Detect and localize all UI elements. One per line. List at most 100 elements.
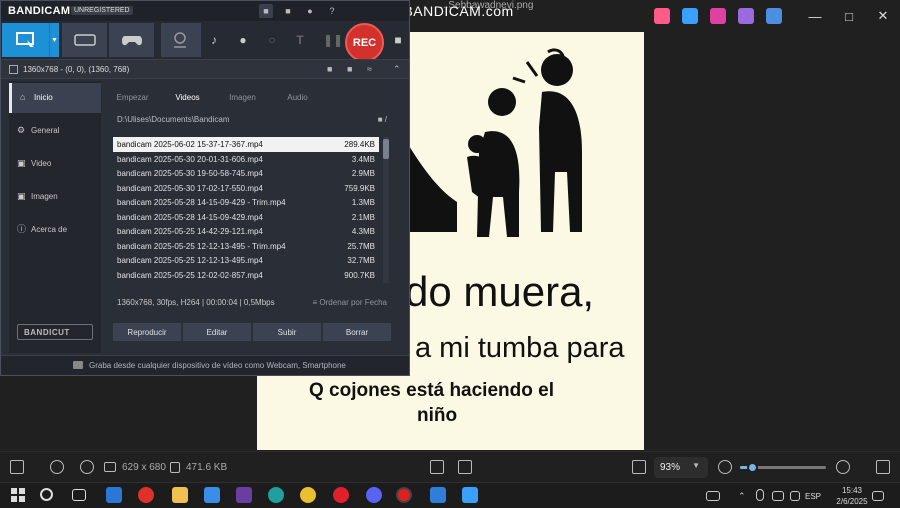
unregistered-badge[interactable]: UNREGISTERED (71, 6, 133, 15)
maximize-button[interactable]: □ (832, 0, 866, 32)
zoom-slider[interactable] (740, 462, 826, 473)
image-icon[interactable]: ■ (347, 64, 352, 74)
fit-to-window-icon[interactable] (632, 460, 646, 474)
device-recording-mode-button[interactable] (62, 23, 107, 57)
screenshot-camera-icon[interactable]: ■ (391, 33, 405, 47)
file-row[interactable]: bandicam 2025-05-30 20-01-31-606.mp4 3.4M… (113, 152, 379, 167)
file-row[interactable]: bandicam 2025-05-25 12-02-02-857.mp4 900.… (113, 268, 379, 283)
play-button[interactable]: Reproducir (113, 323, 181, 341)
upload-button[interactable]: Subir (253, 323, 321, 341)
sidebar-item-acerca-de[interactable]: ⓘ Acerca de (9, 215, 101, 245)
sidebar-item-general[interactable]: ⚙ General (9, 116, 101, 146)
scrollbar-thumb[interactable] (383, 139, 389, 159)
task-view-icon[interactable] (72, 489, 86, 501)
crop-icon[interactable] (430, 460, 444, 474)
chrome-icon[interactable] (300, 487, 316, 503)
file-list-scrollbar[interactable] (383, 137, 389, 283)
speaker-icon[interactable]: ♪ (207, 33, 221, 47)
store-icon[interactable] (204, 487, 220, 503)
outlook-icon[interactable] (106, 487, 122, 503)
edit-icon[interactable] (682, 8, 698, 24)
favorite-icon[interactable] (50, 460, 64, 474)
file-row[interactable]: bandicam 2025-06-02 15-37-17-367.mp4 289.… (113, 137, 379, 152)
fullscreen-icon[interactable] (876, 460, 890, 474)
file-row[interactable]: bandicam 2025-05-28 14-15-09-429.mp4 2.1M… (113, 210, 379, 225)
bandicam-footer[interactable]: Graba desde cualquier dispositivo de víd… (1, 355, 409, 375)
cursor-effect-icon[interactable]: ○ (265, 33, 279, 47)
lock-icon[interactable]: ■ (259, 4, 273, 18)
zoom-out-icon[interactable] (718, 460, 732, 474)
close-button[interactable]: ✕ (866, 0, 900, 32)
screen-rectangle-mode-button[interactable] (2, 23, 49, 57)
meme-caption-line2: niño (417, 405, 458, 426)
file-explorer-icon[interactable] (172, 487, 188, 503)
copilot-icon[interactable] (654, 8, 670, 24)
search-icon[interactable] (40, 488, 53, 501)
tab-audio[interactable]: Audio (270, 89, 325, 109)
info-icon[interactable] (80, 460, 94, 474)
pause-icon[interactable]: ❚❚ (323, 33, 343, 47)
paint-icon[interactable] (462, 487, 478, 503)
gamepad-icon (121, 36, 142, 46)
file-row[interactable]: bandicam 2025-05-25 12-12-13-495 - Trim.… (113, 239, 379, 254)
microphone-icon[interactable]: ● (236, 33, 250, 47)
sidebar-item-video[interactable]: ▣ Video (9, 149, 101, 179)
file-actions: Reproducir Editar Subir Borrar (113, 323, 391, 341)
filmstrip-icon[interactable] (10, 460, 24, 474)
clock-time[interactable]: 15:43 (837, 486, 867, 495)
edge-icon[interactable] (268, 487, 284, 503)
network-icon[interactable] (772, 491, 784, 501)
video-icon[interactable]: ■ (327, 64, 332, 74)
designer-icon[interactable] (710, 8, 726, 24)
delete-button[interactable]: Borrar (323, 323, 391, 341)
clock-date[interactable]: 2/6/2025 (831, 497, 873, 506)
webcam-overlay-button[interactable] (161, 23, 201, 57)
file-row[interactable]: bandicam 2025-05-30 19-50-58-745.mp4 2.9M… (113, 166, 379, 181)
input-language[interactable]: ESP (805, 492, 821, 501)
volume-icon[interactable] (790, 491, 800, 501)
sidebar-item-inicio[interactable]: ⌂ Inicio (9, 83, 101, 113)
zoom-select[interactable]: 93% ▼ (654, 457, 708, 478)
rec-button[interactable]: REC (345, 23, 384, 62)
folder-icon[interactable]: ■ (281, 4, 295, 18)
onedrive-icon[interactable] (766, 8, 782, 24)
clipchamp-icon[interactable] (738, 8, 754, 24)
audio-wave-icon[interactable]: ≈ (367, 64, 372, 74)
minimize-button[interactable]: — (798, 0, 832, 32)
edit-button[interactable]: Editar (183, 323, 251, 341)
app-icon[interactable] (236, 487, 252, 503)
discord-icon[interactable] (366, 487, 382, 503)
mic-tray-icon[interactable] (756, 489, 764, 501)
opera-icon[interactable] (333, 487, 349, 503)
bandicam-taskbar-icon[interactable] (396, 487, 412, 503)
chevron-up-icon[interactable]: ⌃ (738, 491, 748, 501)
text-overlay-icon[interactable]: T (293, 33, 307, 47)
region-checkbox[interactable] (9, 65, 18, 74)
notifications-icon[interactable] (872, 491, 884, 501)
mode-dropdown-button[interactable]: ▼ (49, 23, 59, 57)
clock-icon[interactable]: ● (303, 4, 317, 18)
file-row[interactable]: bandicam 2025-05-25 14-42-29-121.mp4 4.3M… (113, 224, 379, 239)
zoom-slider-thumb[interactable] (747, 462, 759, 473)
collapse-chevron-icon[interactable]: ⌃ (393, 64, 401, 75)
tab-imagen[interactable]: Imagen (215, 89, 270, 109)
file-row[interactable]: bandicam 2025-05-30 17-02-17-550.mp4 759.… (113, 181, 379, 196)
weibo-icon[interactable] (138, 487, 154, 503)
keyboard-icon[interactable] (706, 491, 720, 501)
sort-by-date[interactable]: ≡ Ordenar por Fecha (313, 298, 387, 307)
tab-empezar[interactable]: Empezar (105, 89, 160, 109)
bandicam-titlebar: BANDICAM UNREGISTERED ■ ■ ● ? (1, 1, 409, 21)
photos-icon[interactable] (430, 487, 446, 503)
windows-start-icon[interactable] (10, 487, 26, 503)
sidebar-item-imagen[interactable]: ▣ Imagen (9, 182, 101, 212)
tab-videos[interactable]: Videos (160, 89, 215, 109)
file-row[interactable]: bandicam 2025-05-25 12-12-13-495.mp4 32.7… (113, 253, 379, 268)
file-row[interactable]: bandicam 2025-05-28 14-15-09-429 - Trim.… (113, 195, 379, 210)
game-recording-mode-button[interactable] (109, 23, 154, 57)
text-select-icon[interactable] (458, 460, 472, 474)
bandicut-button[interactable]: BANDICUT (17, 324, 93, 340)
open-folder-icon[interactable]: ■ / (378, 115, 387, 124)
meme-text-line1: do muera, (405, 268, 595, 315)
help-icon[interactable]: ? (325, 4, 339, 18)
zoom-in-icon[interactable] (836, 460, 850, 474)
